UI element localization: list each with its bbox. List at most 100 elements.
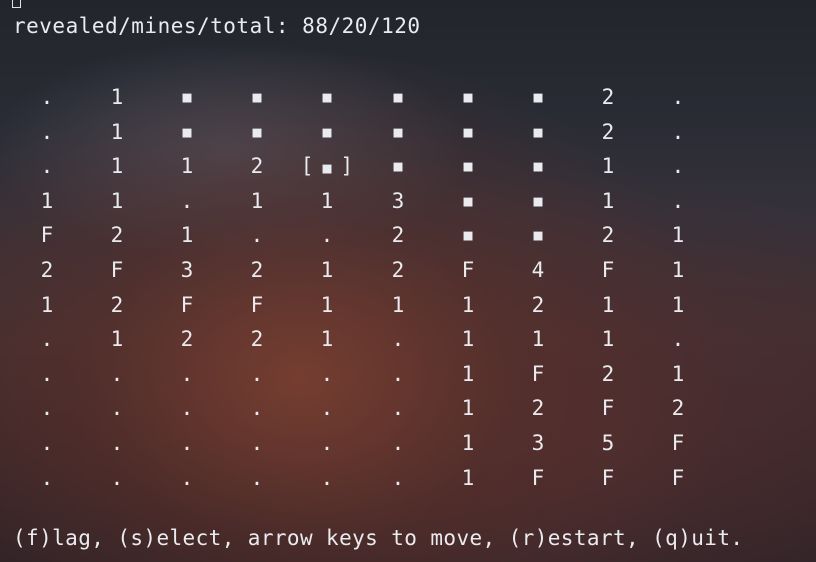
number-cell[interactable]: 1 [515,322,561,357]
flagged-cell[interactable]: F [585,461,631,496]
number-cell[interactable]: 2 [234,149,280,184]
number-cell[interactable]: 1 [445,288,491,323]
selected-cell[interactable]: [ ■ ] [289,149,365,186]
number-cell[interactable]: 1 [304,184,350,219]
flagged-cell[interactable]: F [515,357,561,392]
empty-cell[interactable]: . [24,80,70,115]
empty-cell[interactable]: . [164,357,210,392]
hidden-cell[interactable]: ■ [445,149,491,184]
hidden-cell[interactable]: ■ [234,115,280,150]
number-cell[interactable]: 2 [234,322,280,357]
hidden-cell[interactable]: ■ [515,184,561,219]
number-cell[interactable]: 2 [655,391,701,426]
empty-cell[interactable]: . [304,391,350,426]
number-cell[interactable]: 2 [515,391,561,426]
number-cell[interactable]: 2 [375,253,421,288]
empty-cell[interactable]: . [24,149,70,184]
number-cell[interactable]: 1 [94,149,140,184]
number-cell[interactable]: 4 [515,253,561,288]
number-cell[interactable]: 2 [164,322,210,357]
number-cell[interactable]: 1 [164,218,210,253]
empty-cell[interactable]: . [234,426,280,461]
flagged-cell[interactable]: F [445,253,491,288]
number-cell[interactable]: 1 [375,288,421,323]
number-cell[interactable]: 1 [234,184,280,219]
empty-cell[interactable]: . [234,461,280,496]
number-cell[interactable]: 1 [304,288,350,323]
empty-cell[interactable]: . [24,391,70,426]
number-cell[interactable]: 1 [24,184,70,219]
empty-cell[interactable]: . [234,357,280,392]
empty-cell[interactable]: . [655,115,701,150]
empty-cell[interactable]: . [375,357,421,392]
number-cell[interactable]: 1 [655,218,701,253]
number-cell[interactable]: 1 [304,253,350,288]
empty-cell[interactable]: . [304,426,350,461]
empty-cell[interactable]: . [375,461,421,496]
number-cell[interactable]: 1 [655,253,701,288]
number-cell[interactable]: 1 [585,322,631,357]
number-cell[interactable]: 3 [375,184,421,219]
hidden-cell[interactable]: ■ [515,218,561,253]
flagged-cell[interactable]: F [164,288,210,323]
number-cell[interactable]: 1 [655,288,701,323]
empty-cell[interactable]: . [304,461,350,496]
hidden-cell[interactable]: ■ [304,80,350,115]
number-cell[interactable]: 1 [445,357,491,392]
empty-cell[interactable]: . [24,461,70,496]
empty-cell[interactable]: . [24,426,70,461]
empty-cell[interactable]: . [655,184,701,219]
flagged-cell[interactable]: F [515,461,561,496]
flagged-cell[interactable]: F [24,218,70,253]
number-cell[interactable]: 1 [585,149,631,184]
number-cell[interactable]: 2 [515,288,561,323]
empty-cell[interactable]: . [375,322,421,357]
number-cell[interactable]: 1 [445,461,491,496]
flagged-cell[interactable]: F [655,426,701,461]
empty-cell[interactable]: . [24,322,70,357]
number-cell[interactable]: 1 [94,322,140,357]
number-cell[interactable]: 2 [24,253,70,288]
hidden-cell[interactable]: ■ [445,115,491,150]
hidden-cell[interactable]: ■ [234,80,280,115]
hidden-cell[interactable]: ■ [375,149,421,184]
number-cell[interactable]: 1 [445,426,491,461]
empty-cell[interactable]: . [164,391,210,426]
hidden-cell[interactable]: ■ [304,115,350,150]
empty-cell[interactable]: . [164,461,210,496]
number-cell[interactable]: 1 [655,357,701,392]
flagged-cell[interactable]: F [655,461,701,496]
hidden-cell[interactable]: ■ [164,80,210,115]
flagged-cell[interactable]: F [585,391,631,426]
empty-cell[interactable]: . [234,391,280,426]
hidden-cell[interactable]: ■ [375,115,421,150]
empty-cell[interactable]: . [655,80,701,115]
empty-cell[interactable]: . [375,426,421,461]
hidden-cell[interactable]: ■ [515,80,561,115]
hidden-cell[interactable]: ■ [375,80,421,115]
hidden-cell[interactable]: ■ [515,149,561,184]
empty-cell[interactable]: . [234,218,280,253]
empty-cell[interactable]: . [24,115,70,150]
empty-cell[interactable]: . [94,461,140,496]
number-cell[interactable]: 2 [94,218,140,253]
number-cell[interactable]: 2 [94,288,140,323]
flagged-cell[interactable]: F [234,288,280,323]
number-cell[interactable]: 1 [445,391,491,426]
flagged-cell[interactable]: F [585,253,631,288]
empty-cell[interactable]: . [94,426,140,461]
number-cell[interactable]: 2 [585,218,631,253]
number-cell[interactable]: 1 [445,322,491,357]
empty-cell[interactable]: . [164,426,210,461]
number-cell[interactable]: 5 [585,426,631,461]
number-cell[interactable]: 3 [164,253,210,288]
empty-cell[interactable]: . [655,322,701,357]
empty-cell[interactable]: . [304,218,350,253]
hidden-cell[interactable]: ■ [445,80,491,115]
empty-cell[interactable]: . [655,149,701,184]
number-cell[interactable]: 1 [585,184,631,219]
number-cell[interactable]: 3 [515,426,561,461]
hidden-cell[interactable]: ■ [445,184,491,219]
number-cell[interactable]: 1 [304,322,350,357]
empty-cell[interactable]: . [94,391,140,426]
